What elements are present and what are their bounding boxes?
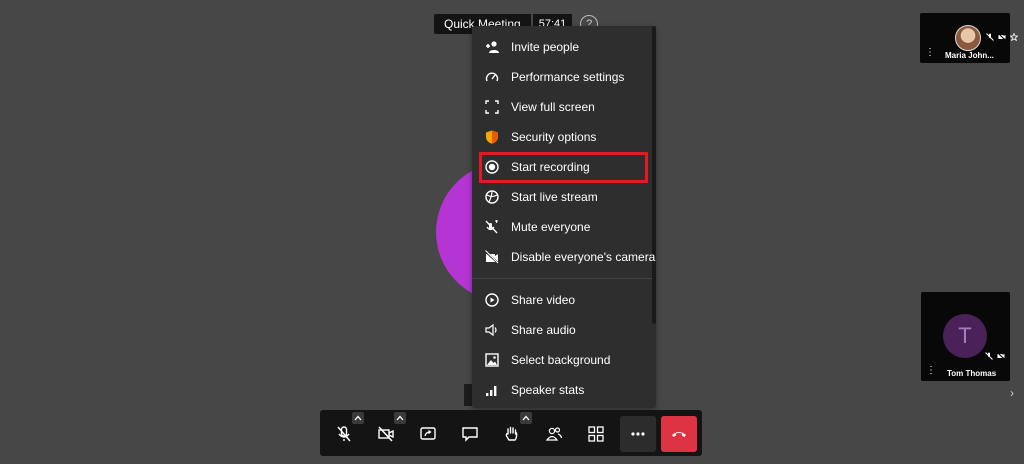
menu-item-share-video[interactable]: Share video	[472, 285, 652, 315]
camera-off-icon	[998, 33, 1006, 41]
screen-share-button[interactable]	[410, 416, 446, 452]
hangup-icon	[672, 432, 686, 437]
bar-chart-icon	[485, 383, 499, 397]
menu-item-security-options[interactable]: Security options	[472, 122, 652, 152]
star-icon[interactable]	[1010, 33, 1018, 41]
menu-item-label: View full screen	[511, 100, 595, 114]
record-icon	[485, 160, 499, 174]
fullscreen-icon	[485, 100, 499, 114]
mic-muted-icon	[986, 33, 994, 41]
menu-item-disable-everyones-camera[interactable]: Disable everyone's camera	[472, 242, 656, 272]
play-icon	[485, 293, 499, 307]
menu-scrollbar[interactable]	[652, 26, 656, 324]
menu-item-label: Start recording	[511, 160, 590, 174]
shield-icon	[485, 130, 499, 144]
reactions-caret[interactable]	[520, 412, 532, 424]
menu-item-label: Mute everyone	[511, 220, 591, 234]
menu-item-share-audio[interactable]: Share audio	[472, 315, 652, 345]
live-stream-icon	[485, 190, 499, 204]
participants-button[interactable]	[536, 416, 572, 452]
menu-item-label: Speaker stats	[511, 383, 585, 397]
grid-icon	[588, 426, 604, 442]
chevron-right-icon[interactable]: ›	[1010, 386, 1014, 400]
menu-item-label: Security options	[511, 130, 597, 144]
participant-status	[986, 33, 1018, 41]
menu-item-label: Start live stream	[511, 190, 598, 204]
menu-item-start-recording[interactable]: Start recording	[472, 152, 652, 182]
hand-icon	[505, 426, 518, 441]
menu-item-performance-settings[interactable]: Performance settings	[472, 62, 652, 92]
menu-divider	[472, 278, 652, 279]
gauge-icon	[485, 70, 499, 84]
tile-view-button[interactable]	[578, 416, 614, 452]
mic-muted-icon	[985, 352, 993, 360]
audio-settings-caret[interactable]	[352, 412, 364, 424]
more-icon	[631, 432, 645, 436]
screen-share-icon	[420, 427, 436, 440]
menu-item-speaker-stats[interactable]: Speaker stats	[472, 375, 652, 405]
avatar: T	[943, 314, 987, 358]
menu-item-view-full-screen[interactable]: View full screen	[472, 92, 652, 122]
meeting-toolbar	[320, 410, 702, 456]
menu-item-label: Performance settings	[511, 70, 625, 84]
menu-item-label: Share video	[511, 293, 576, 307]
video-settings-caret[interactable]	[394, 412, 406, 424]
camera-off-icon	[997, 352, 1005, 360]
more-actions-button[interactable]	[620, 416, 656, 452]
menu-item-start-live-stream[interactable]: Start live stream	[472, 182, 652, 212]
hangup-button[interactable]	[661, 416, 697, 452]
menu-item-mute-everyone[interactable]: Mute everyone	[472, 212, 652, 242]
chevron-up-icon	[522, 415, 530, 421]
menu-item-invite-people[interactable]: Invite people	[472, 32, 652, 62]
participant-status	[985, 352, 1005, 360]
camera-off-icon	[378, 426, 394, 442]
participant-tile-maria[interactable]: ⋮ Maria John...	[920, 13, 1018, 63]
chat-icon	[462, 427, 478, 442]
avatar	[955, 25, 981, 51]
speaker-icon	[485, 323, 499, 337]
tile-menu-icon[interactable]: ⋮	[925, 47, 935, 58]
menu-item-label: Disable everyone's camera	[511, 250, 656, 264]
menu-item-label: Invite people	[511, 40, 580, 54]
camera-off-icon	[485, 250, 499, 264]
participant-name: Maria John...	[945, 51, 994, 60]
mic-muted-icon	[337, 426, 351, 442]
chevron-up-icon	[354, 415, 362, 421]
invite-people-icon	[485, 40, 499, 54]
menu-item-select-background[interactable]: Select background	[472, 345, 652, 375]
chevron-up-icon	[396, 415, 404, 421]
chat-button[interactable]	[452, 416, 488, 452]
image-icon	[485, 353, 499, 367]
mute-everyone-icon	[485, 220, 499, 234]
tile-menu-icon[interactable]: ⋮	[926, 365, 936, 376]
participants-icon	[545, 427, 563, 441]
participant-tile-tom[interactable]: T ⋮ Tom Thomas	[921, 292, 1010, 381]
menu-item-label: Share audio	[511, 323, 576, 337]
more-actions-menu: Invite people Performance settings View …	[472, 26, 656, 408]
participant-name: Tom Thomas	[947, 369, 997, 378]
menu-item-label: Select background	[511, 353, 611, 367]
